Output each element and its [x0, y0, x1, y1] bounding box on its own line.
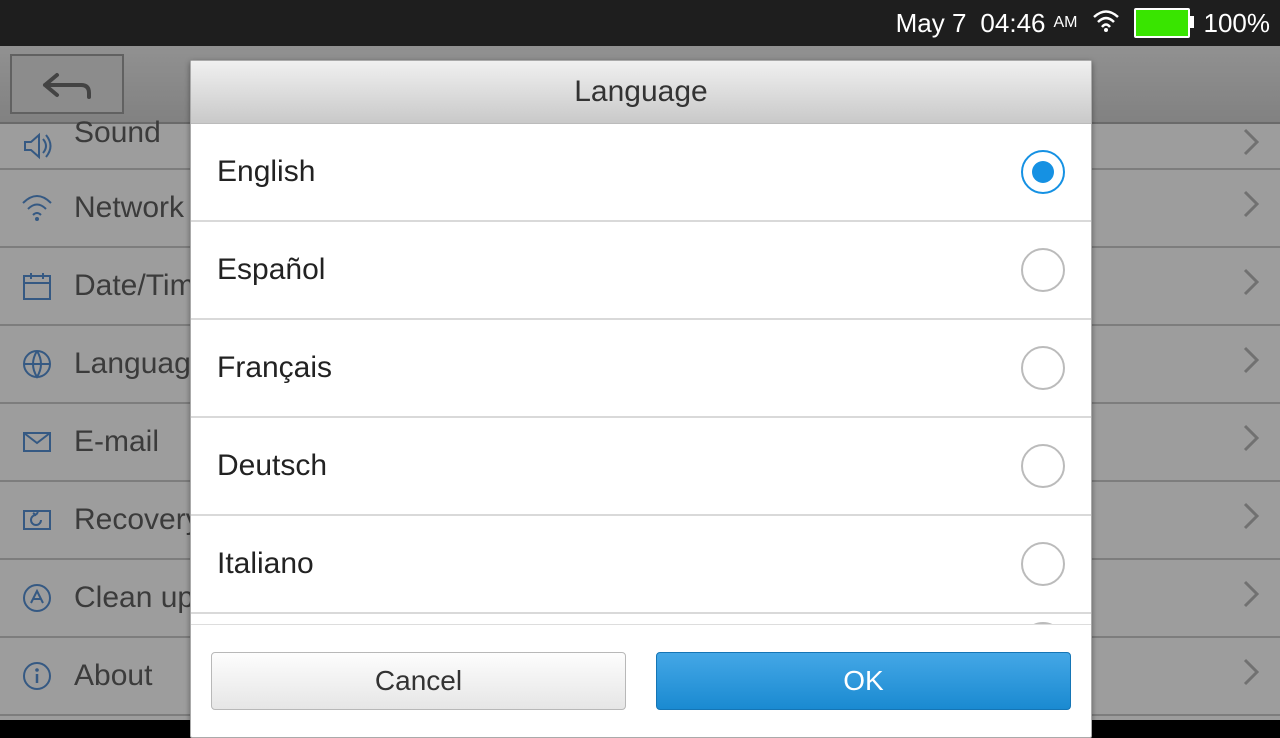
battery-icon	[1134, 8, 1190, 38]
language-option-english[interactable]: English	[191, 124, 1091, 222]
wifi-icon	[1092, 8, 1120, 39]
language-option-russian[interactable]: Русский	[191, 614, 1091, 624]
status-ampm: AM	[1054, 14, 1078, 32]
language-label: Deutsch	[217, 449, 327, 483]
language-label: English	[217, 155, 315, 189]
radio-icon[interactable]	[1021, 444, 1065, 488]
battery-pct: 100%	[1204, 8, 1271, 39]
dialog-title: Language	[191, 61, 1091, 124]
ok-button[interactable]: OK	[656, 652, 1071, 710]
status-time: 04:46	[980, 8, 1045, 39]
language-label: Español	[217, 253, 325, 287]
language-option-espanol[interactable]: Español	[191, 222, 1091, 320]
language-option-francais[interactable]: Français	[191, 320, 1091, 418]
language-option-italiano[interactable]: Italiano	[191, 516, 1091, 614]
cancel-button[interactable]: Cancel	[211, 652, 626, 710]
radio-icon[interactable]	[1021, 150, 1065, 194]
language-option-deutsch[interactable]: Deutsch	[191, 418, 1091, 516]
radio-icon[interactable]	[1021, 248, 1065, 292]
language-label: Italiano	[217, 547, 314, 581]
radio-icon[interactable]	[1021, 346, 1065, 390]
status-bar: May 7 04:46 AM 100%	[0, 0, 1280, 46]
language-dialog: Language English Español Français Deutsc…	[190, 60, 1092, 738]
language-label: Français	[217, 351, 332, 385]
dialog-footer: Cancel OK	[191, 624, 1091, 737]
status-date: May 7	[896, 8, 967, 39]
radio-icon[interactable]	[1021, 542, 1065, 586]
language-list[interactable]: English Español Français Deutsch Italian…	[191, 124, 1091, 624]
